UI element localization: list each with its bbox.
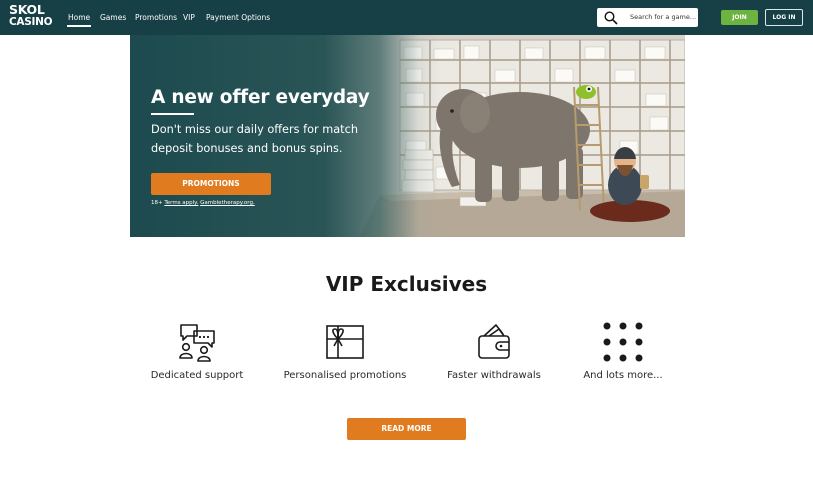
- nav-item-home[interactable]: Home: [66, 13, 92, 27]
- hero-terms: 18+ Terms apply. Gambletherapy.org.: [151, 200, 255, 206]
- feature-personalised-promotions: Personalised promotions: [265, 322, 425, 392]
- feature-label: And lots more...: [583, 370, 663, 381]
- age-restriction-text: 18+: [151, 200, 165, 206]
- feature-dedicated-support: Dedicated support: [117, 322, 277, 392]
- nav-item-promotions[interactable]: Promotions: [135, 13, 177, 22]
- promotions-button[interactable]: PROMOTIONS: [151, 173, 271, 195]
- logo-text-line1: SKOL: [9, 2, 45, 17]
- logo-text-line2: CASINO: [9, 16, 53, 28]
- feature-label: Dedicated support: [150, 370, 244, 381]
- hero-subtitle: Don't miss our daily offers for match de…: [151, 123, 358, 155]
- search-icon[interactable]: [604, 11, 618, 25]
- skol-casino-logo[interactable]: SKOL CASINO: [9, 2, 53, 32]
- read-more-button[interactable]: READ MORE: [347, 418, 466, 440]
- gambletherapy-link[interactable]: Gambletherapy.org.: [200, 200, 255, 206]
- join-button[interactable]: JOIN: [721, 10, 758, 25]
- terms-link[interactable]: Terms apply.: [164, 200, 198, 206]
- nav-item-vip[interactable]: VIP: [183, 13, 195, 22]
- search-input[interactable]: Search for a game...: [630, 13, 696, 21]
- hero-title: A new offer everyday: [151, 87, 370, 108]
- login-button[interactable]: LOG IN: [765, 9, 803, 26]
- hero-divider: [151, 113, 194, 115]
- gift-icon: [326, 325, 364, 359]
- nav-item-payment-options[interactable]: Payment Options: [206, 13, 270, 22]
- search-box[interactable]: Search for a game...: [597, 8, 698, 27]
- top-navigation-bar: SKOL CASINO Home Games Promotions VIP Pa…: [0, 0, 813, 35]
- nav-item-games[interactable]: Games: [100, 13, 126, 22]
- feature-and-lots-more: And lots more...: [543, 322, 703, 392]
- dots-grid-icon: [603, 322, 643, 362]
- feature-label: Personalised promotions: [283, 370, 407, 381]
- hero-banner: A new offer everyday Don't miss our dail…: [130, 35, 685, 237]
- support-chat-icon: [179, 324, 215, 362]
- wallet-icon: [478, 324, 510, 359]
- vip-section-title: VIP Exclusives: [325, 272, 488, 296]
